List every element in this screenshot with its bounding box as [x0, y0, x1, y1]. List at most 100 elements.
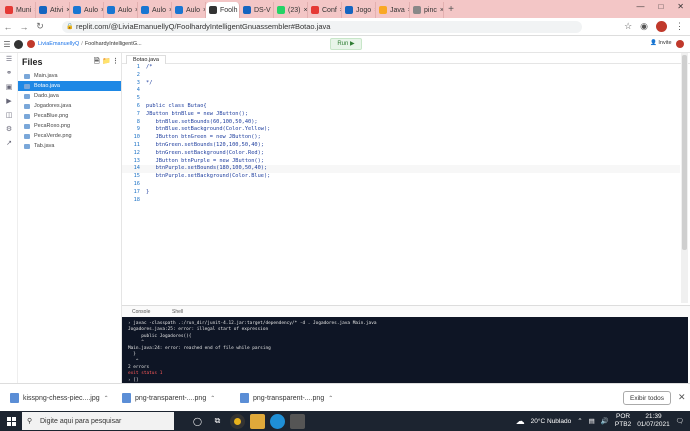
browser-tab[interactable]: Aulo× [70, 2, 104, 18]
scrollbar-thumb[interactable] [682, 55, 687, 250]
database-icon[interactable]: ◫ [0, 109, 18, 123]
lang-code: POR [616, 413, 631, 420]
line-number: 9 [136, 126, 140, 133]
browser-tab[interactable]: pinc × [410, 2, 444, 18]
extensions-icon[interactable]: ◉ [640, 21, 648, 32]
code-text: btnBlue.setBounds(60,100,50,40); [146, 118, 258, 125]
download-item[interactable]: kisspng-chess-piec....jpg ⌃ [10, 392, 109, 404]
browser-tab[interactable]: Ativi × [36, 2, 70, 18]
browser-tab[interactable]: Aulo× [138, 2, 172, 18]
store-icon[interactable] [290, 413, 305, 429]
file-item[interactable]: Main.java [18, 71, 121, 81]
url-field[interactable]: 🔒 replit.com/@LiviaEmanuellyQ/FoolhardyIn… [62, 21, 582, 33]
close-icon[interactable]: ✕ [677, 2, 684, 11]
start-button[interactable] [0, 411, 22, 431]
browser-tab[interactable]: Aulo× [104, 2, 138, 18]
task-view-icon[interactable]: ⧉ [210, 414, 225, 429]
tab-shell[interactable]: Shell [172, 309, 183, 315]
minimize-icon[interactable]: — [636, 2, 644, 11]
forward-icon[interactable]: → [16, 22, 32, 32]
file-item[interactable]: PecaRoxo.png [18, 121, 121, 131]
chevron-up-icon[interactable]: ⌃ [104, 395, 109, 402]
cortana-icon[interactable]: ◯ [190, 414, 205, 429]
image-file-icon [122, 393, 131, 403]
maximize-icon[interactable]: □ [658, 2, 663, 11]
browser-tab[interactable]: Jogo× [342, 2, 376, 18]
weather-text[interactable]: 20°C Nublado [531, 418, 572, 425]
volume-icon[interactable]: 🔊 [601, 417, 609, 425]
replit-logo[interactable] [14, 39, 23, 49]
run-button[interactable]: Run ▶ [330, 38, 362, 50]
code-line: 8 btnBlue.setBounds(60,100,50,40); [122, 119, 680, 127]
browser-tab[interactable]: DS-V× [240, 2, 274, 18]
more-options-icon[interactable]: ⋮ [112, 57, 119, 65]
invite-button[interactable]: 👤 Invite [650, 40, 672, 46]
packages-icon[interactable]: ▣ [0, 81, 18, 95]
tab-favicon [107, 6, 115, 14]
chrome-icon[interactable] [230, 413, 245, 429]
file-item[interactable]: Tab.java [18, 141, 121, 151]
tab-console[interactable]: Console [132, 309, 150, 315]
share-icon[interactable]: ↗ [0, 137, 18, 151]
version-control-icon[interactable]: ⚭ [0, 67, 18, 81]
star-icon[interactable]: ☆ [624, 21, 632, 32]
menu-icon[interactable]: ⋮ [675, 21, 684, 32]
close-icon[interactable]: ✕ [678, 392, 686, 403]
user-avatar[interactable] [27, 40, 35, 48]
new-folder-icon[interactable]: 📁 [102, 57, 111, 65]
profile-avatar[interactable] [656, 21, 667, 32]
browser-tab[interactable]: Foolh× [206, 2, 240, 18]
editor-tab-botao[interactable]: Botao.java [126, 55, 166, 64]
file-item[interactable]: PecaBlue.png [18, 111, 121, 121]
tab-favicon [379, 6, 387, 14]
code-editor[interactable]: 1 /* 2 3 */ 4 5 6 public class Butao{7 JButton bt… [122, 64, 680, 304]
code-line: 9 btnBlue.setBackground(Color.Yellow); [122, 126, 680, 134]
browser-tab[interactable]: (23) × [274, 2, 308, 18]
console-output[interactable]: › javac -classpath .:/run_dir/junit-4.12… [122, 317, 688, 383]
file-explorer-icon[interactable] [250, 413, 265, 429]
back-icon[interactable]: ← [0, 22, 16, 32]
user-menu-avatar[interactable] [676, 40, 684, 48]
line-number: 17 [133, 188, 140, 195]
tab-label: Java [390, 6, 405, 14]
taskbar-search[interactable]: ⚲ Digite aqui para pesquisar [22, 412, 174, 430]
file-item[interactable]: Dado.java [18, 91, 121, 101]
network-icon[interactable]: ▤ [589, 417, 595, 425]
file-icon [24, 133, 30, 139]
settings-icon[interactable]: ⚙ [0, 123, 18, 137]
tab-favicon [209, 6, 217, 14]
download-item[interactable]: png-transparent-....png ⌃ [122, 392, 215, 404]
browser-tab[interactable]: Muni× [2, 2, 36, 18]
browser-tab[interactable]: Conf× [308, 2, 342, 18]
download-item[interactable]: png-transparent-....png ⌃ [240, 392, 333, 404]
notifications-icon[interactable]: 🗨 [676, 417, 684, 425]
code-text: btnPurple.setBackground(Color.Blue); [146, 173, 271, 180]
new-tab-button[interactable]: + [444, 4, 458, 15]
edge-icon[interactable] [270, 413, 285, 429]
file-item[interactable]: Botao.java [18, 81, 121, 91]
chevron-up-icon[interactable]: ⌃ [210, 395, 215, 402]
editor-scrollbar[interactable] [681, 53, 688, 303]
line-number: 15 [133, 173, 140, 180]
hamburger-icon[interactable]: ☰ [0, 40, 14, 49]
reload-icon[interactable]: ↻ [32, 21, 48, 32]
file-item[interactable]: PecaVerde.png [18, 131, 121, 141]
tab-close-icon[interactable]: × [303, 7, 307, 14]
language-indicator[interactable]: POR PTB2 [615, 413, 631, 429]
files-icon[interactable]: ☰ [0, 53, 18, 67]
browser-tab[interactable]: Java× [376, 2, 410, 18]
owner-link[interactable]: LiviaEmanuellyQ [38, 41, 79, 47]
clock[interactable]: 21:39 01/07/2021 [637, 413, 670, 429]
line-number: 11 [133, 141, 140, 148]
tab-label: Conf [322, 6, 337, 14]
tray-overflow-icon[interactable]: ⌃ [577, 417, 582, 425]
code-text: } [146, 188, 150, 195]
show-all-downloads-button[interactable]: Exibir todos [623, 391, 671, 405]
chevron-up-icon[interactable]: ⌃ [328, 395, 333, 402]
file-item[interactable]: Jogadores.java [18, 101, 121, 111]
weather-icon[interactable]: ☁ [516, 416, 525, 427]
repl-name[interactable]: FoolhardyIntelligentG... [85, 41, 142, 47]
debugger-icon[interactable]: ▶ [0, 95, 18, 109]
new-file-icon[interactable]: 🗎 [94, 57, 100, 68]
browser-tab[interactable]: Aulo× [172, 2, 206, 18]
